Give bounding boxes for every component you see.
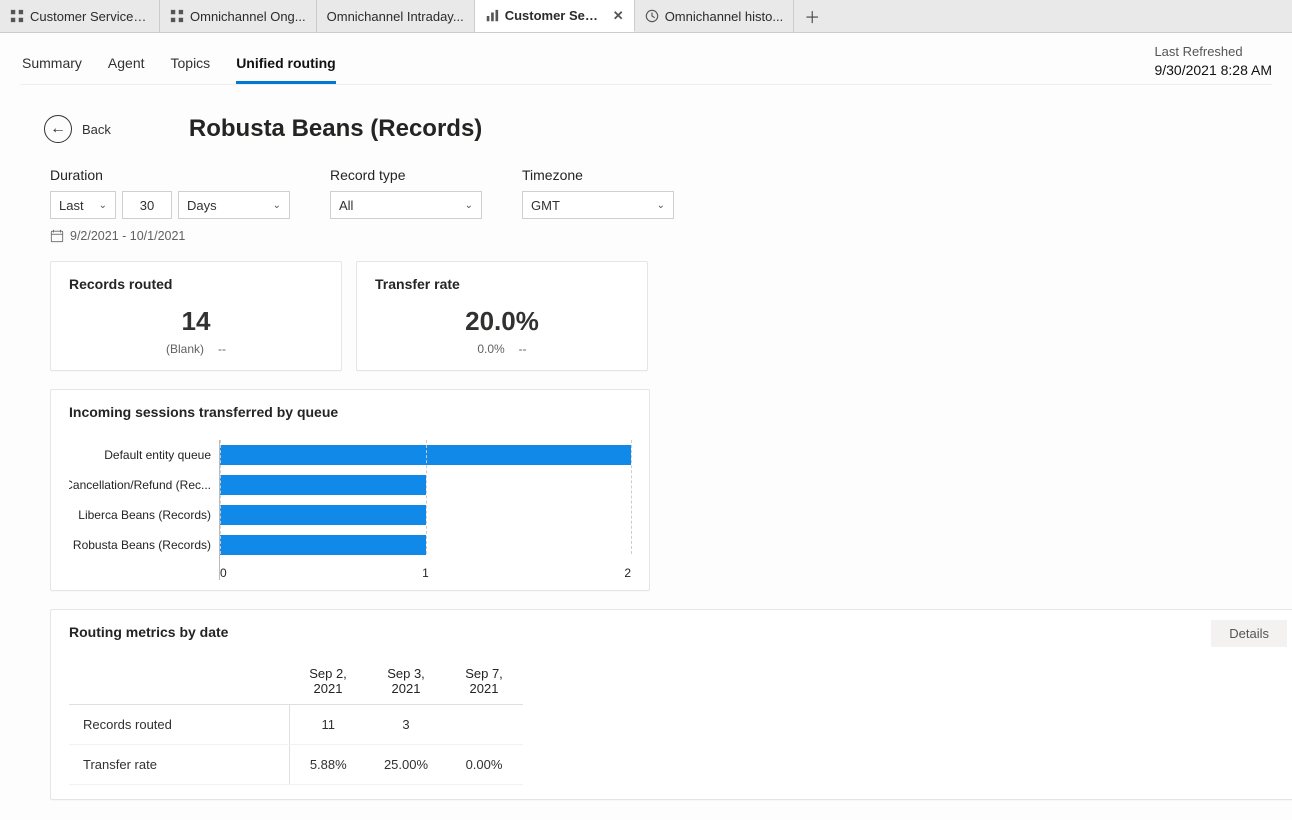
last-refreshed: Last Refreshed 9/30/2021 8:28 AM (1154, 43, 1272, 81)
chart-category-label: Robusta Beans (Records) (69, 530, 219, 560)
page-title: Robusta Beans (Records) (189, 115, 482, 143)
chart-gridline (426, 440, 427, 554)
kpi-cards: Records routed 14 (Blank) -- Transfer ra… (20, 243, 1272, 371)
record-type-select[interactable]: All⌄ (330, 191, 482, 219)
details-button[interactable]: Details (1211, 620, 1287, 647)
metrics-cell: 3 (367, 705, 445, 745)
chevron-down-icon: ⌄ (273, 200, 281, 211)
tab-customer-service-historic[interactable]: Customer Service historic... ✕ (475, 0, 635, 32)
subnav-topics[interactable]: Topics (171, 49, 211, 84)
filter-label: Timezone (522, 167, 674, 183)
chart-x-axis: 0 1 2 (220, 560, 631, 580)
back-label: Back (82, 122, 111, 137)
chart-x-tick-label: 0 (220, 566, 227, 580)
title-bar: ← Back Robusta Beans (Records) (20, 85, 1272, 167)
column-chart-icon (485, 9, 499, 23)
chart-y-labels: Default entity queueCancellation/Refund … (69, 440, 219, 580)
chart-category-label: Liberca Beans (Records) (69, 500, 219, 530)
metrics-date-header: Sep 7, 2021 (445, 658, 523, 705)
duration-count-input[interactable]: 30 (122, 191, 172, 219)
subnav-unified-routing[interactable]: Unified routing (236, 49, 336, 84)
chart-bar (220, 505, 426, 525)
duration-unit-select[interactable]: Days⌄ (178, 191, 290, 219)
filter-label: Duration (50, 167, 290, 183)
chevron-down-icon: ⌄ (99, 200, 107, 211)
metrics-cell: 0.00% (445, 745, 523, 785)
timezone-select[interactable]: GMT⌄ (522, 191, 674, 219)
chart-category-label: Default entity queue (69, 440, 219, 470)
tab-label: Omnichannel Ong... (190, 9, 306, 24)
chart-bar (220, 475, 426, 495)
chart-x-tick-label: 2 (624, 566, 631, 580)
card-title: Records routed (69, 276, 323, 292)
kpi-sub-label: 0.0% (477, 342, 504, 356)
metrics-row-label: Records routed (69, 705, 289, 745)
kpi-value: 20.0% (375, 306, 629, 337)
filter-record-type: Record type All⌄ (330, 167, 482, 219)
chart-bars: 0 1 2 (219, 440, 631, 580)
subnav: Summary Agent Topics Unified routing Las… (20, 43, 1272, 85)
kpi-sub-label: (Blank) (166, 342, 204, 356)
tab-omnichannel-intraday[interactable]: Omnichannel Intraday... (317, 0, 475, 32)
chart-category-label: Cancellation/Refund (Rec... (69, 470, 219, 500)
tab-omnichannel-ong[interactable]: Omnichannel Ong... (160, 0, 317, 32)
metrics-row-label: Transfer rate (69, 745, 289, 785)
filter-timezone: Timezone GMT⌄ (522, 167, 674, 219)
chart-incoming-sessions: Incoming sessions transferred by queue D… (50, 389, 650, 591)
clock-icon (645, 9, 659, 23)
page-content: Summary Agent Topics Unified routing Las… (0, 33, 1292, 820)
subnav-agent[interactable]: Agent (108, 49, 145, 84)
chevron-down-icon: ⌄ (657, 200, 665, 211)
arrow-left-icon: ← (44, 115, 72, 143)
kpi-sub-value: -- (519, 342, 527, 356)
card-title: Routing metrics by date (69, 624, 1283, 640)
metrics-date-header: Sep 2, 2021 (289, 658, 367, 705)
tab-omnichannel-histo[interactable]: Omnichannel histo... (635, 0, 795, 32)
chevron-down-icon: ⌄ (465, 200, 473, 211)
filter-duration: Duration Last⌄ 30 Days⌄ (50, 167, 290, 219)
subnav-summary[interactable]: Summary (22, 49, 82, 84)
kpi-transfer-rate: Transfer rate 20.0% 0.0% -- (356, 261, 648, 371)
routing-metrics-table: Sep 2, 2021Sep 3, 2021Sep 7, 2021 Records… (69, 658, 523, 785)
chart-bar (220, 535, 426, 555)
chart-title: Incoming sessions transferred by queue (69, 404, 631, 420)
routing-metrics-card: Routing metrics by date Details Sep 2, 2… (50, 609, 1292, 800)
card-title: Transfer rate (375, 276, 629, 292)
date-range-text: 9/2/2021 - 10/1/2021 (50, 229, 1272, 243)
calendar-icon (50, 229, 64, 243)
kpi-value: 14 (69, 306, 323, 337)
tab-label: Customer Service historic... (505, 8, 601, 23)
metrics-date-header: Sep 3, 2021 (367, 658, 445, 705)
tab-label: Customer Service A... (30, 9, 149, 24)
tab-label: Omnichannel Intraday... (327, 9, 464, 24)
tab-add[interactable]: ＋ (794, 0, 830, 32)
tab-label: Omnichannel histo... (665, 9, 784, 24)
metrics-cell: 11 (289, 705, 367, 745)
grid-icon (170, 9, 184, 23)
metrics-cell: 5.88% (289, 745, 367, 785)
plus-icon: ＋ (804, 4, 820, 28)
duration-mode-select[interactable]: Last⌄ (50, 191, 116, 219)
chart-gridline (631, 440, 632, 554)
metrics-cell (445, 705, 523, 745)
close-icon[interactable]: ✕ (613, 8, 624, 24)
last-refreshed-label: Last Refreshed (1154, 43, 1272, 61)
back-button[interactable]: ← Back (44, 115, 111, 143)
browser-tabbar: Customer Service A... Omnichannel Ong...… (0, 0, 1292, 33)
filter-row: Duration Last⌄ 30 Days⌄ Record type All⌄ (20, 167, 1272, 219)
chart-x-tick-label: 1 (422, 566, 429, 580)
grid-icon (10, 9, 24, 23)
tab-customer-service-a[interactable]: Customer Service A... (0, 0, 160, 32)
last-refreshed-timestamp: 9/30/2021 8:28 AM (1154, 61, 1272, 81)
metrics-cell: 25.00% (367, 745, 445, 785)
kpi-sub-value: -- (218, 342, 226, 356)
filter-label: Record type (330, 167, 482, 183)
chart-gridline (220, 440, 221, 554)
kpi-records-routed: Records routed 14 (Blank) -- (50, 261, 342, 371)
